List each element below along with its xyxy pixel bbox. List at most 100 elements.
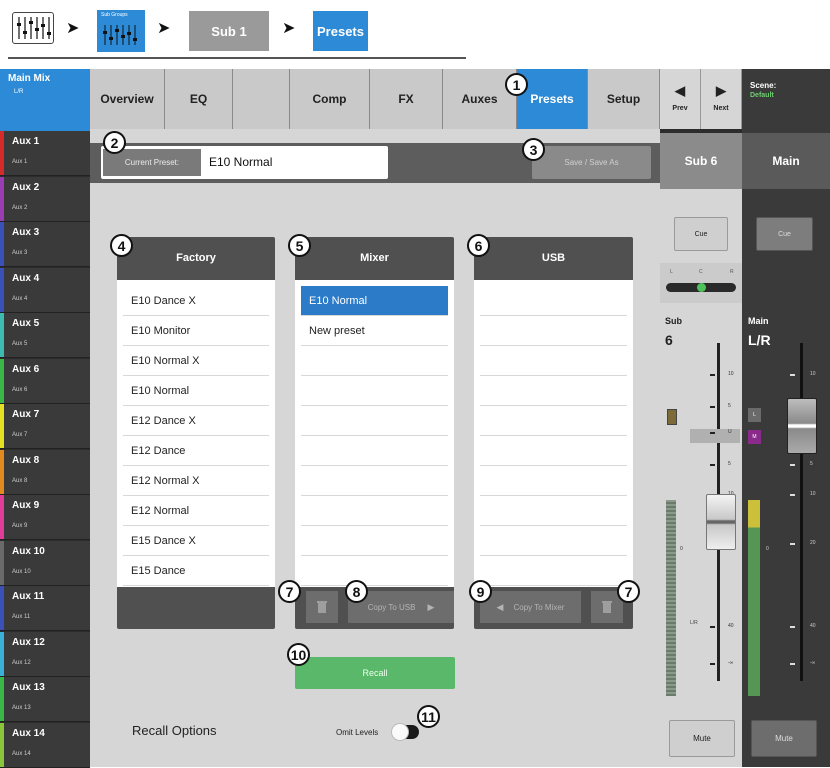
scale-label: -∞ — [810, 660, 816, 666]
list-item[interactable]: E12 Dance X — [123, 406, 269, 436]
main-cue-button[interactable]: Cue — [756, 217, 813, 251]
factory-list[interactable]: E10 Dance X E10 Monitor E10 Normal X E10 No… — [117, 280, 275, 587]
sidebar-item-aux-14[interactable]: Aux 14 Aux 14 — [0, 722, 90, 768]
pan-slider[interactable] — [666, 283, 736, 292]
sidebar-main-mix[interactable]: Main Mix L/R — [0, 69, 90, 131]
sidebar-item-aux-6[interactable]: Aux 6 Aux 6 — [0, 358, 90, 404]
sidebar-item-aux-8[interactable]: Aux 8 Aux 8 — [0, 449, 90, 495]
prev-button[interactable]: ◀ Prev — [660, 69, 701, 129]
tab-comp[interactable]: Comp — [290, 69, 370, 129]
sub-meter — [666, 500, 676, 696]
sub-fader-knob[interactable] — [706, 494, 736, 550]
main-strip-title: Main — [742, 133, 830, 189]
next-button[interactable]: ▶ Next — [701, 69, 742, 129]
pan-c-label: C — [699, 269, 703, 275]
list-item[interactable]: E10 Normal — [301, 286, 448, 316]
sidebar-color-stripe — [0, 131, 4, 175]
list-item[interactable]: E15 Dance X — [123, 526, 269, 556]
sub-meter-label: L/R — [690, 620, 698, 626]
scene-display[interactable]: Scene: Default — [742, 69, 830, 133]
sidebar-item-label: Aux 1 — [12, 136, 40, 147]
save-button[interactable]: Save / Save As — [532, 146, 651, 179]
current-preset-field[interactable]: Current Preset: E10 Normal — [101, 146, 388, 179]
sidebar-item-aux-3[interactable]: Aux 3 Aux 3 — [0, 222, 90, 267]
tab-fx[interactable]: FX — [370, 69, 443, 129]
list-item[interactable]: E10 Normal — [123, 376, 269, 406]
sidebar-color-stripe — [0, 313, 4, 357]
scale-label: 5 — [810, 461, 813, 467]
sidebar-item-aux-9[interactable]: Aux 9 Aux 9 — [0, 495, 90, 540]
recall-button[interactable]: Recall — [295, 657, 455, 689]
sidebar-item-aux-12[interactable]: Aux 12 Aux 12 — [0, 631, 90, 677]
callout-marker: 11 — [417, 705, 440, 728]
breadcrumb-subgroups[interactable]: Sub Groups — [97, 10, 145, 52]
list-item[interactable]: E10 Monitor — [123, 316, 269, 346]
scale-tick — [710, 626, 715, 628]
mixer-delete-button[interactable] — [306, 591, 338, 623]
list-item[interactable]: E15 Dance — [123, 556, 269, 586]
tab-setup[interactable]: Setup — [588, 69, 660, 129]
scale-tick — [790, 374, 795, 376]
sidebar-item-aux-7[interactable]: Aux 7 Aux 7 — [0, 404, 90, 449]
callout-marker: 4 — [110, 234, 133, 257]
sidebar-item-aux-11[interactable]: Aux 11 Aux 11 — [0, 586, 90, 631]
usb-list[interactable] — [474, 280, 633, 587]
mixer-list[interactable]: E10 Normal New preset — [295, 280, 454, 587]
tab-blank[interactable] — [233, 69, 290, 129]
sidebar-item-label: Aux 7 — [12, 409, 40, 420]
tab-overview[interactable]: Overview — [90, 69, 165, 129]
sidebar-item-aux-10[interactable]: Aux 10 Aux 10 — [0, 540, 90, 586]
list-item[interactable]: New preset — [301, 316, 448, 346]
subgroups-faders-icon — [103, 25, 137, 45]
next-arrow-icon: ▶ — [716, 83, 726, 98]
main-mute-button[interactable]: Mute — [751, 720, 817, 757]
sidebar-item-sublabel: Aux 4 — [12, 295, 28, 302]
sidebar-item-aux-5[interactable]: Aux 5 Aux 5 — [0, 313, 90, 358]
sidebar-item-sublabel: Aux 8 — [12, 477, 28, 484]
sidebar-item-aux-4[interactable]: Aux 4 Aux 4 — [0, 267, 90, 313]
mixer-title: Mixer — [360, 252, 389, 264]
list-item[interactable]: E10 Dance X — [123, 286, 269, 316]
sidebar-color-stripe — [0, 267, 4, 312]
sidebar-item-label: Aux 9 — [12, 500, 40, 511]
breadcrumb-arrow-icon: ➤ — [157, 20, 171, 37]
sidebar-item-sublabel: Aux 2 — [12, 204, 28, 211]
breadcrumb-presets[interactable]: Presets — [313, 11, 368, 51]
callout-marker: 7 — [278, 580, 301, 603]
sidebar-color-stripe — [0, 677, 4, 721]
list-item[interactable]: E12 Normal X — [123, 466, 269, 496]
sub-mute-button[interactable]: Mute — [669, 720, 735, 757]
sub-pan-section: L C R — [660, 263, 742, 303]
main-mix-sub: L/R — [14, 89, 24, 95]
sidebar-item-sublabel: Aux 6 — [12, 386, 28, 393]
tab-eq[interactable]: EQ — [165, 69, 233, 129]
sidebar-item-label: Aux 12 — [12, 636, 45, 648]
scale-zero-label: 0 — [766, 546, 769, 552]
breadcrumb-sub[interactable]: Sub 1 — [189, 11, 269, 51]
sub-solo-indicator — [667, 409, 677, 425]
tab-presets[interactable]: Presets — [517, 69, 588, 129]
main-fader-knob[interactable] — [787, 398, 817, 454]
next-label: Next — [713, 105, 729, 112]
sidebar-item-label: Aux 2 — [12, 181, 40, 193]
list-item[interactable]: E10 Normal X — [123, 346, 269, 376]
sidebar-item-aux-2[interactable]: Aux 2 Aux 2 — [0, 176, 90, 222]
list-item[interactable]: E12 Normal — [123, 496, 269, 526]
sidebar-color-stripe — [0, 722, 4, 767]
sidebar-item-aux-1[interactable]: Aux 1 Aux 1 — [0, 131, 90, 176]
sidebar-item-aux-13[interactable]: Aux 13 Aux 13 — [0, 677, 90, 722]
sidebar-item-sublabel: Aux 14 — [12, 750, 31, 757]
omit-levels-toggle[interactable] — [391, 723, 419, 741]
mixer-icon[interactable] — [12, 12, 54, 44]
toggle-knob — [391, 723, 409, 741]
sidebar-color-stripe — [0, 176, 4, 221]
sidebar-item-sublabel: Aux 1 — [12, 159, 28, 165]
callout-marker: 8 — [345, 580, 368, 603]
scale-tick — [790, 543, 795, 545]
sidebar-item-label: Aux 3 — [12, 227, 40, 238]
sub-cue-button[interactable]: Cue — [674, 217, 728, 251]
sidebar-color-stripe — [0, 222, 4, 266]
sidebar-item-sublabel: Aux 9 — [12, 523, 28, 529]
list-item[interactable]: E12 Dance — [123, 436, 269, 466]
copy-to-mixer-button[interactable]: ◀ Copy To Mixer — [480, 591, 581, 623]
